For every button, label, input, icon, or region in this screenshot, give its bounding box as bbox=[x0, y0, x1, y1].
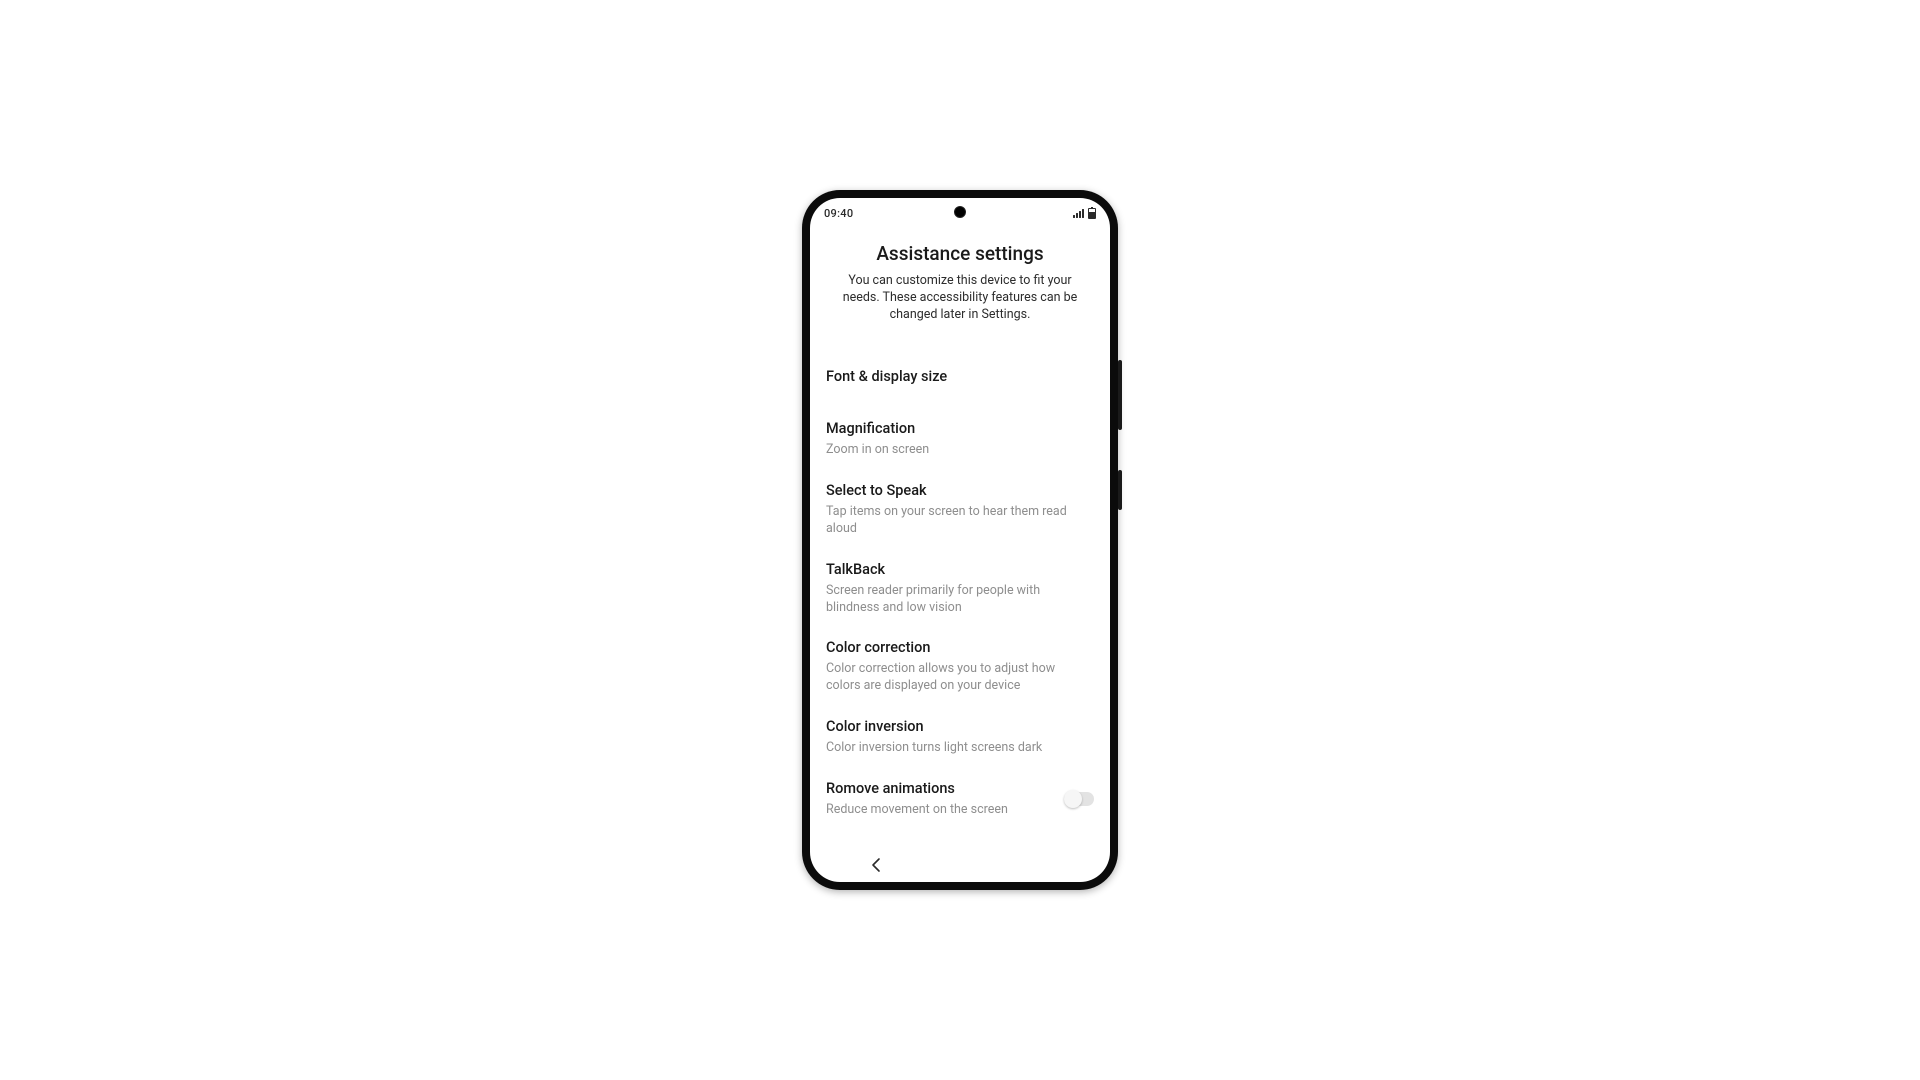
settings-item-title: Color inversion bbox=[826, 718, 1094, 737]
settings-item-select-to-speak[interactable]: Select to Speak Tap items on your screen… bbox=[826, 472, 1094, 551]
back-button[interactable] bbox=[864, 853, 888, 877]
page-subtitle: You can customize this device to fit you… bbox=[826, 273, 1094, 324]
navigation-bar bbox=[810, 848, 1110, 882]
battery-icon bbox=[1088, 208, 1096, 219]
settings-item-title: TalkBack bbox=[826, 561, 1094, 580]
settings-item-remove-animations[interactable]: Romove animations Reduce movement on the… bbox=[826, 770, 1094, 832]
chevron-left-icon bbox=[871, 857, 881, 873]
signal-icon bbox=[1073, 209, 1084, 218]
status-icons bbox=[1073, 208, 1096, 219]
phone-side-button bbox=[1118, 360, 1122, 430]
settings-item-desc: Tap items on your screen to hear them re… bbox=[826, 504, 1094, 538]
settings-item-color-correction[interactable]: Color correction Color correction allows… bbox=[826, 629, 1094, 708]
camera-hole bbox=[954, 206, 966, 218]
settings-item-talkback[interactable]: TalkBack Screen reader primarily for peo… bbox=[826, 551, 1094, 630]
settings-item-desc: Zoom in on screen bbox=[826, 442, 1094, 459]
toggle-knob bbox=[1064, 790, 1082, 808]
settings-item-desc: Color inversion turns light screens dark bbox=[826, 740, 1094, 757]
settings-item-title: Font & display size bbox=[826, 368, 1094, 387]
settings-item-magnification[interactable]: Magnification Zoom in on screen bbox=[826, 410, 1094, 472]
settings-item-title: Select to Speak bbox=[826, 482, 1094, 501]
settings-item-desc: Color correction allows you to adjust ho… bbox=[826, 661, 1094, 695]
phone-frame: 09:40 Assistance settings You can custom… bbox=[802, 190, 1118, 890]
settings-item-title: Color correction bbox=[826, 639, 1094, 658]
settings-item-title: Romove animations bbox=[826, 780, 1054, 799]
settings-item-font-display-size[interactable]: Font & display size bbox=[826, 358, 1094, 411]
settings-list: Font & display size Magnification Zoom i… bbox=[826, 358, 1094, 832]
remove-animations-toggle[interactable] bbox=[1064, 792, 1094, 806]
phone-screen: 09:40 Assistance settings You can custom… bbox=[810, 198, 1110, 882]
page-content: Assistance settings You can customize th… bbox=[810, 228, 1110, 848]
settings-item-title: Magnification bbox=[826, 420, 1094, 439]
phone-side-button bbox=[1118, 470, 1122, 510]
settings-item-desc: Screen reader primarily for people with … bbox=[826, 583, 1094, 617]
status-time: 09:40 bbox=[824, 207, 853, 220]
page-title: Assistance settings bbox=[826, 242, 1094, 265]
settings-item-color-inversion[interactable]: Color inversion Color inversion turns li… bbox=[826, 708, 1094, 770]
settings-item-desc: Reduce movement on the screen bbox=[826, 802, 1054, 819]
